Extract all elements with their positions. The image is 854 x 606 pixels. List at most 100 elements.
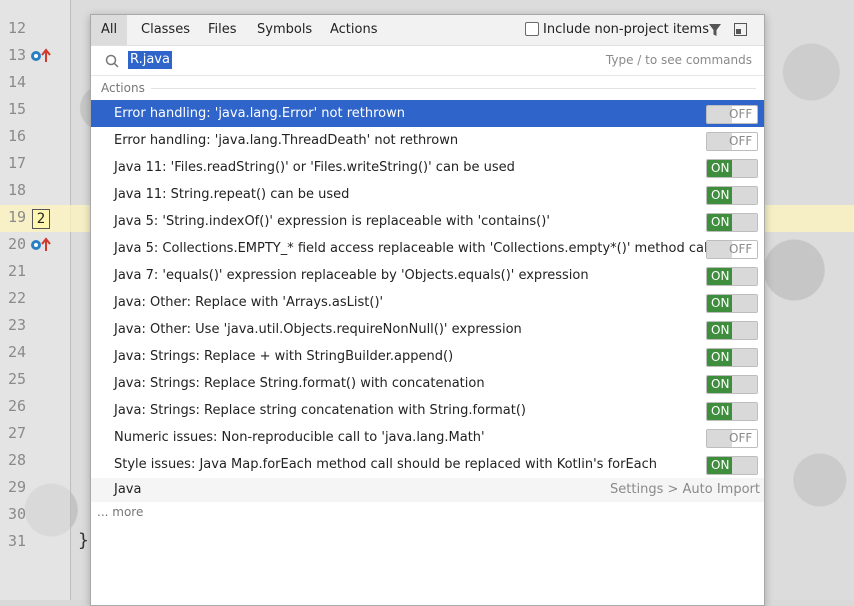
action-toggle[interactable]: OFF — [706, 240, 758, 259]
action-label: Style issues: Java Map.forEach method ca… — [114, 457, 658, 472]
action-label: Java 11: String.repeat() can be used — [114, 187, 350, 202]
java-hint: Settings > Auto Import — [610, 482, 760, 497]
list-item[interactable]: Java: Strings: Replace String.format() w… — [91, 370, 764, 397]
list-item[interactable]: Java: Other: Replace with 'Arrays.asList… — [91, 289, 764, 316]
line-number: 28 — [7, 451, 26, 469]
filter-icon[interactable] — [708, 23, 722, 37]
line-number: 18 — [7, 181, 26, 199]
action-toggle[interactable]: ON — [706, 456, 758, 475]
toggle-right-half — [732, 322, 757, 339]
include-non-project-checkbox[interactable] — [525, 22, 539, 36]
list-item[interactable]: Java 7: 'equals()' expression replaceabl… — [91, 262, 764, 289]
action-list: Error handling: 'java.lang.Error' not re… — [91, 100, 764, 478]
list-item[interactable]: Error handling: 'java.lang.ThreadDeath' … — [91, 127, 764, 154]
toggle-state-text: ON — [711, 269, 730, 283]
line-number: 30 — [7, 505, 26, 523]
action-toggle[interactable]: ON — [706, 294, 758, 313]
action-toggle[interactable]: OFF — [706, 132, 758, 151]
line-number: 16 — [7, 127, 26, 145]
tab-classes[interactable]: Classes — [131, 15, 200, 45]
action-label: Java 11: 'Files.readString()' or 'Files.… — [114, 160, 515, 175]
group-header-actions: Actions — [91, 76, 764, 100]
scope-tabs: All Classes Files Symbols Actions Includ… — [91, 15, 764, 46]
action-label: Java: Other: Replace with 'Arrays.asList… — [114, 295, 384, 310]
toggle-state-text: ON — [711, 161, 730, 175]
list-item[interactable]: Java 11: String.repeat() can be used ON — [91, 181, 764, 208]
list-item[interactable]: Numeric issues: Non-reproducible call to… — [91, 424, 764, 451]
more-row[interactable]: ... more — [91, 502, 764, 522]
closing-brace: } — [78, 530, 89, 551]
tab-symbols[interactable]: Symbols — [247, 15, 322, 45]
toggle-state-text: ON — [711, 188, 730, 202]
toggle-right-half — [732, 376, 757, 393]
list-item[interactable]: Java 11: 'Files.readString()' or 'Files.… — [91, 154, 764, 181]
action-toggle[interactable]: ON — [706, 267, 758, 286]
action-label: Java: Other: Use 'java.util.Objects.requ… — [114, 322, 522, 337]
action-label: Error handling: 'java.lang.Error' not re… — [114, 106, 405, 121]
line-number: 14 — [7, 73, 26, 91]
line-number: 26 — [7, 397, 26, 415]
toggle-right-half — [732, 214, 757, 231]
action-toggle[interactable]: ON — [706, 375, 758, 394]
tab-all[interactable]: All — [91, 15, 128, 45]
search-icon — [105, 54, 119, 68]
list-item-java[interactable]: Java Settings > Auto Import — [91, 478, 764, 502]
list-item[interactable]: Style issues: Java Map.forEach method ca… — [91, 451, 764, 478]
toggle-state-text: ON — [711, 296, 730, 310]
line-number: 22 — [7, 289, 26, 307]
action-toggle[interactable]: ON — [706, 186, 758, 205]
toggle-right-half — [732, 403, 757, 420]
toggle-state-text: OFF — [729, 134, 753, 148]
action-toggle[interactable]: ON — [706, 402, 758, 421]
override-marker-icon[interactable] — [30, 237, 52, 253]
line-number: 15 — [7, 100, 26, 118]
line-number: 21 — [7, 262, 26, 280]
line-badge: 2 — [32, 209, 50, 229]
action-toggle[interactable]: OFF — [706, 429, 758, 448]
list-item[interactable]: Java: Strings: Replace string concatenat… — [91, 397, 764, 424]
toggle-right-half — [732, 349, 757, 366]
toggle-state-text: ON — [711, 377, 730, 391]
line-number: 24 — [7, 343, 26, 361]
search-hint: Type / to see commands — [605, 53, 752, 67]
list-item[interactable]: Java: Strings: Replace + with StringBuil… — [91, 343, 764, 370]
action-toggle[interactable]: ON — [706, 159, 758, 178]
toggle-state-text: ON — [711, 404, 730, 418]
toggle-state-text: ON — [711, 215, 730, 229]
search-everywhere-popup: All Classes Files Symbols Actions Includ… — [90, 14, 765, 606]
more-link[interactable]: ... more — [97, 502, 143, 522]
toggle-state-text: ON — [711, 350, 730, 364]
action-label: Java: Strings: Replace String.format() w… — [114, 376, 485, 391]
list-item[interactable]: Java: Other: Use 'java.util.Objects.requ… — [91, 316, 764, 343]
action-toggle[interactable]: ON — [706, 348, 758, 367]
include-non-project-label[interactable]: Include non-project items — [543, 15, 709, 45]
action-label: Java: Strings: Replace string concatenat… — [114, 403, 527, 418]
tab-actions[interactable]: Actions — [320, 15, 388, 45]
override-marker-icon[interactable] — [30, 48, 52, 64]
group-label: Actions — [101, 81, 145, 95]
tab-files[interactable]: Files — [198, 15, 247, 45]
action-toggle[interactable]: ON — [706, 321, 758, 340]
search-bar: R.java Type / to see commands — [91, 46, 764, 76]
action-label: Java 7: 'equals()' expression replaceabl… — [114, 268, 589, 283]
line-number: 13 — [7, 46, 26, 64]
action-toggle[interactable]: ON — [706, 213, 758, 232]
line-number: 17 — [7, 154, 26, 172]
action-toggle[interactable]: OFF — [706, 105, 758, 124]
list-item[interactable]: Error handling: 'java.lang.Error' not re… — [91, 100, 764, 127]
list-item[interactable]: Java 5: 'String.indexOf()' expression is… — [91, 208, 764, 235]
group-divider — [151, 88, 756, 89]
open-in-window-icon[interactable] — [734, 23, 747, 36]
toggle-right-half — [732, 457, 757, 474]
action-label: Numeric issues: Non-reproducible call to… — [114, 430, 485, 445]
action-label: Error handling: 'java.lang.ThreadDeath' … — [114, 133, 459, 148]
list-item[interactable]: Java 5: Collections.EMPTY_* field access… — [91, 235, 764, 262]
toggle-right-half — [732, 160, 757, 177]
toggle-right-half — [732, 187, 757, 204]
toggle-right-half — [732, 295, 757, 312]
line-number: 27 — [7, 424, 26, 442]
toggle-state-text: ON — [711, 458, 730, 472]
line-number: 23 — [7, 316, 26, 334]
search-input[interactable]: R.java — [128, 51, 172, 69]
toggle-right-half — [732, 268, 757, 285]
